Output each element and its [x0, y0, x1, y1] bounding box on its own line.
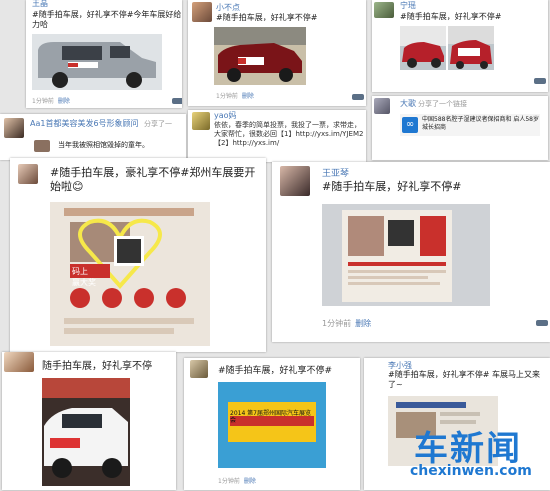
- post-card-9: 随手拍车展，好礼享不停: [2, 352, 176, 490]
- share-note: 分享了一个链接: [418, 100, 467, 108]
- post-photo-car[interactable]: [42, 378, 130, 486]
- delete-link[interactable]: 删除: [355, 319, 371, 328]
- post-card-10: #随手拍车展，好礼享不停# 2014 第7届郑州国际汽车展览会 1分钟前 删除: [184, 358, 360, 490]
- more-options-icon[interactable]: [534, 78, 546, 84]
- post-card-2: 小不点 #随手拍车展，好礼享不停# 1分钟前 删除: [188, 0, 366, 106]
- more-options-icon[interactable]: [352, 94, 364, 100]
- post-photo-car-2[interactable]: [448, 26, 494, 70]
- car-image: [400, 26, 446, 68]
- car-image: [448, 26, 494, 69]
- post-text: 随手拍车展，好礼享不停: [42, 361, 152, 372]
- post-text: #随手拍车展，好礼享不停#: [216, 13, 318, 22]
- share-note: 分享了一: [144, 120, 172, 128]
- post-meta: 1分钟前 删除: [218, 478, 256, 485]
- avatar[interactable]: [4, 352, 34, 372]
- post-meta: 1分钟前 删除: [32, 98, 70, 105]
- post-meta: 1分钟前 删除: [322, 319, 372, 328]
- banner-text: 2014 第7届郑州国际汽车展览会: [230, 410, 311, 425]
- post-text: 依依，春季的简单投票，我投了一票，求带走，大家帮忙，很数必回【1】http://…: [214, 121, 364, 148]
- avatar[interactable]: [374, 2, 394, 18]
- post-meta: 1分钟前 删除: [216, 93, 254, 100]
- author-name[interactable]: 小不点: [216, 2, 240, 13]
- avatar[interactable]: [192, 112, 210, 130]
- post-text: #随手拍车展，好礼享不停#: [218, 366, 333, 376]
- author-name[interactable]: Aa1首都美容美发6号形象顾问: [30, 118, 139, 129]
- post-text: #随手拍车展，好礼享不停#: [400, 12, 502, 21]
- link-icon: ∞: [402, 117, 418, 133]
- more-options-icon[interactable]: [172, 98, 182, 104]
- author-name[interactable]: 王晶: [32, 0, 48, 9]
- more-options-icon[interactable]: [536, 320, 548, 326]
- car-image: [214, 27, 306, 85]
- post-photo-poster[interactable]: [322, 204, 490, 306]
- avatar[interactable]: [280, 166, 310, 196]
- post-text: #随手拍车展，好礼享不停#今年车展好给力哈: [32, 10, 182, 30]
- delete-link[interactable]: 删除: [58, 98, 70, 105]
- post-photo-poster[interactable]: 码上 赢大奖: [50, 202, 210, 346]
- post-text: #随手拍车展，豪礼享不停#郑州车展要开始啦😊: [50, 166, 256, 194]
- avatar[interactable]: [192, 2, 212, 22]
- author-name[interactable]: 宁瑶: [400, 0, 416, 11]
- post-photo-banner[interactable]: 2014 第7届郑州国际汽车展览会: [218, 382, 326, 468]
- post-photo-car[interactable]: [214, 27, 306, 85]
- post-card-8: 王亚琴 #随手拍车展，好礼享不停# 1分钟前 删除: [272, 162, 550, 342]
- avatar[interactable]: [4, 118, 24, 138]
- post-text: 当年我被照相馆毁掉的童年。: [58, 141, 149, 149]
- post-photo-van[interactable]: [32, 34, 162, 90]
- author-name[interactable]: 大歌: [400, 98, 416, 109]
- avatar[interactable]: [190, 360, 208, 378]
- poster-image: [322, 204, 490, 306]
- post-card-4: Aa1首都美容美发6号形象顾问 分享了一 当年我被照相馆毁掉的童年。: [0, 114, 186, 160]
- link-preview[interactable]: ∞ 中国588名腔子湿建议者保招商和 启人58岁城长招商: [400, 114, 540, 136]
- car-image: [42, 378, 130, 486]
- post-photo-car-1[interactable]: [400, 26, 446, 70]
- author-name[interactable]: yao妈: [214, 110, 237, 121]
- avatar[interactable]: [374, 98, 390, 114]
- van-image: [32, 34, 162, 90]
- post-card-5: yao妈 依依，春季的简单投票，我投了一票，求带走，大家帮忙，很数必回【1】ht…: [188, 110, 366, 162]
- post-card-3: 宁瑶 #随手拍车展，好礼享不停#: [372, 0, 548, 92]
- qr-caption: 码上 赢大奖: [72, 267, 96, 287]
- post-card-7: #随手拍车展，豪礼享不停#郑州车展要开始啦😊 码上 赢大奖: [10, 158, 266, 352]
- post-card-6: 大歌 分享了一个链接 ∞ 中国588名腔子湿建议者保招商和 启人58岁城长招商: [372, 96, 548, 160]
- author-name[interactable]: 王亚琴: [322, 166, 349, 179]
- delete-link[interactable]: 删除: [242, 93, 254, 100]
- watermark-url: chexinwen.com: [410, 463, 532, 479]
- banner-image: [218, 382, 326, 468]
- post-text: #随手拍车展，好礼享不停#: [322, 180, 462, 193]
- post-text: #随手拍车展，好礼享不停# 车展马上又来了~: [388, 370, 540, 390]
- link-title: 中国588名腔子湿建议者保招商和 启人58岁城长招商: [422, 116, 539, 131]
- avatar[interactable]: [18, 164, 38, 184]
- thumbnail[interactable]: [34, 140, 50, 152]
- post-card-1: 王晶 #随手拍车展，好礼享不停#今年车展好给力哈 1分钟前 删除: [26, 0, 182, 108]
- delete-link[interactable]: 删除: [244, 478, 256, 485]
